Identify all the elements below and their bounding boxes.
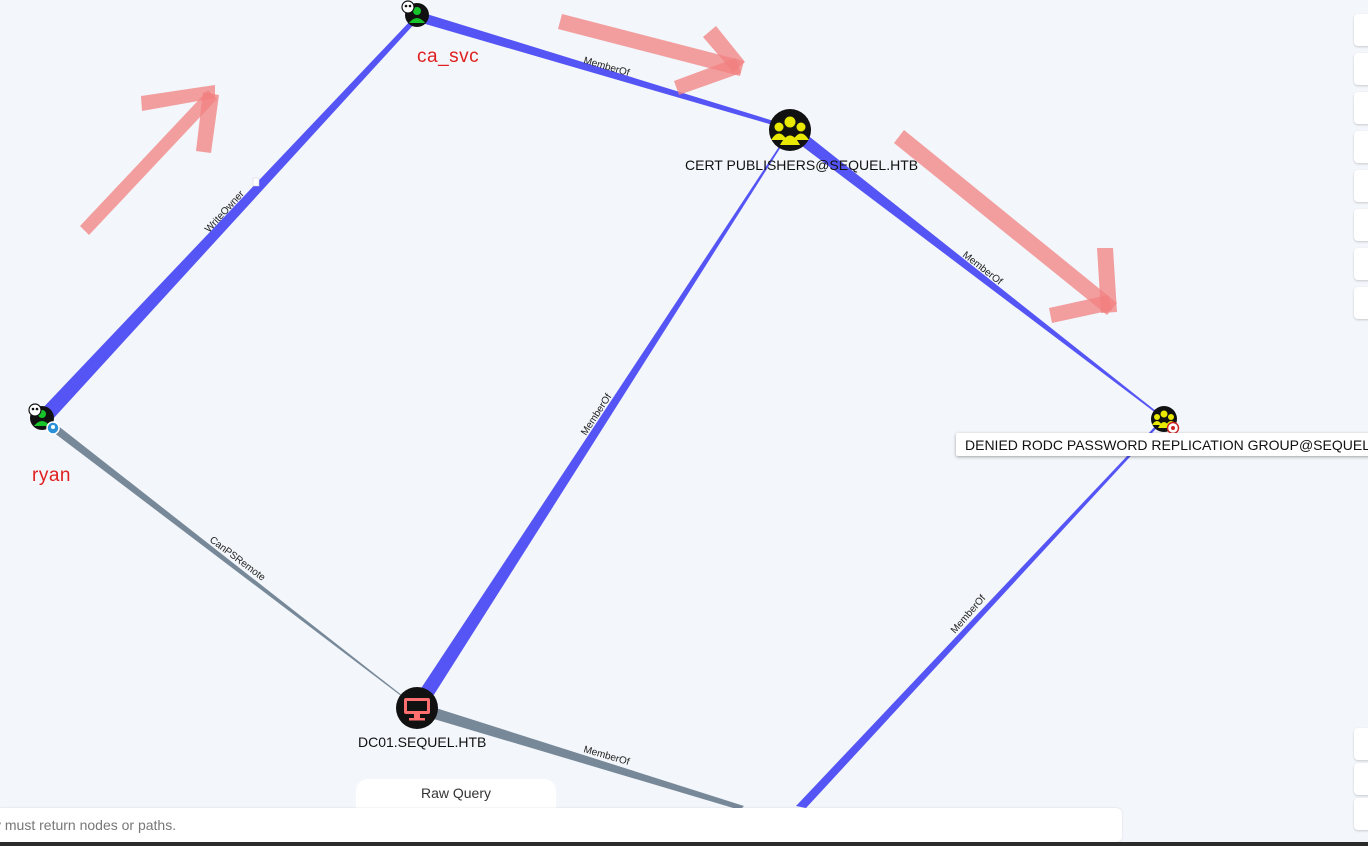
skull-icon (401, 0, 415, 14)
toolbar-button-5[interactable] (1354, 170, 1368, 202)
target-badge-icon (1166, 421, 1180, 435)
edge-handle[interactable] (252, 177, 260, 187)
raw-query-input[interactable] (0, 808, 1110, 842)
node-label-denied-rodc: DENIED RODC PASSWORD REPLICATION GROUP@S… (956, 433, 1368, 456)
toolbar-button-8[interactable] (1354, 287, 1368, 319)
toolbar-button-6[interactable] (1354, 209, 1368, 241)
toolbar-button-3[interactable] (1354, 92, 1368, 124)
raw-query-bar (0, 808, 1122, 842)
graph-canvas[interactable]: WriteOwner MemberOf MemberOf MemberOf Ca… (0, 0, 1368, 846)
node-label-dc01: DC01.SEQUEL.HTB (358, 734, 487, 750)
node-cert-publishers[interactable] (769, 109, 811, 151)
edge-denied-rodc-memberof-down[interactable] (796, 418, 1164, 808)
annotation-ryan: ryan (32, 465, 71, 486)
toolbar-button-1[interactable] (1354, 14, 1368, 46)
zoom-button-1[interactable] (1354, 728, 1368, 760)
node-ca-svc[interactable] (401, 0, 429, 27)
raw-query-tab[interactable]: Raw Query (356, 779, 556, 811)
toolbar-button-4[interactable] (1354, 131, 1368, 163)
annotation-ca-svc: ca_svc (417, 46, 480, 67)
toolbar-button-7[interactable] (1354, 248, 1368, 280)
node-label-cert-publishers: CERT PUBLISHERS@SEQUEL.HTB (685, 157, 919, 173)
bottom-strip (0, 842, 1368, 846)
node-dc01[interactable] (396, 687, 438, 729)
owned-badge-icon (46, 421, 60, 435)
edge-label-canpsremote: CanPSRemote (207, 535, 267, 584)
zoom-button-3[interactable] (1354, 798, 1368, 830)
arrow-up-right (80, 85, 219, 235)
edge-dc01-memberof-cert-publishers[interactable] (410, 130, 791, 712)
toolbar-button-2[interactable] (1354, 53, 1368, 85)
skull-icon (28, 403, 42, 417)
edge-ryan-canpsremote-dc01[interactable] (43, 414, 417, 708)
zoom-button-2[interactable] (1354, 763, 1368, 795)
arrow-right (558, 14, 745, 95)
